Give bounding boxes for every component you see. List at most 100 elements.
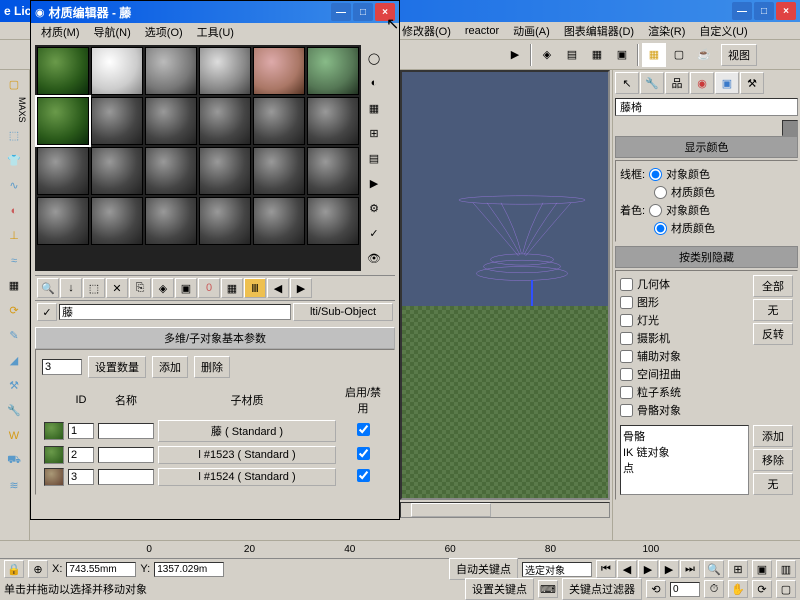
- me-minimize-button[interactable]: —: [331, 3, 351, 21]
- menu-graph-editors[interactable]: 图表编辑器(D): [558, 21, 640, 41]
- me-menu-navigation[interactable]: 导航(N): [88, 22, 137, 42]
- auto-key-button[interactable]: 自动关键点: [449, 558, 518, 580]
- swatch-1[interactable]: [91, 47, 143, 95]
- panel-tab-display-icon[interactable]: ▣: [715, 72, 739, 94]
- goto-start-icon[interactable]: ⏮: [596, 560, 616, 578]
- swatch-2[interactable]: [145, 47, 197, 95]
- me-menu-options[interactable]: 选项(O): [139, 22, 189, 42]
- btn-none2[interactable]: 无: [753, 473, 793, 495]
- me-show-map-icon[interactable]: ▦: [221, 278, 243, 298]
- goto-end-icon[interactable]: ⏭: [680, 560, 700, 578]
- check-particles[interactable]: [620, 386, 633, 399]
- btn-hide-invert[interactable]: 反转: [753, 323, 793, 345]
- viewport-hscrollbar[interactable]: [400, 502, 610, 518]
- swatch-10[interactable]: [253, 97, 305, 145]
- me-options-icon[interactable]: ⚙: [362, 196, 386, 220]
- swatch-3[interactable]: [199, 47, 251, 95]
- color-swatch[interactable]: [782, 120, 798, 136]
- object-name-input[interactable]: [615, 98, 798, 116]
- panel-tab-motion-icon[interactable]: ◉: [690, 72, 714, 94]
- sub-swatch-2[interactable]: [44, 446, 64, 464]
- radio-wf-object[interactable]: [649, 168, 662, 181]
- nav-pan-icon[interactable]: ✋: [728, 580, 748, 598]
- sub-mat-btn-3[interactable]: l #1524 ( Standard ): [158, 468, 336, 486]
- swatch-20[interactable]: [145, 197, 197, 245]
- panel-tab-modify-icon[interactable]: 🔧: [640, 72, 664, 94]
- left-spring-icon[interactable]: ⟳: [2, 299, 26, 323]
- toolbar-monitor-icon[interactable]: ▢: [667, 43, 691, 67]
- nav-region-icon[interactable]: ▣: [752, 560, 772, 578]
- swatch-4[interactable]: [253, 47, 305, 95]
- scrollbar-thumb[interactable]: [411, 503, 491, 517]
- coord-y-input[interactable]: [154, 562, 224, 577]
- me-select-by-icon[interactable]: ✓: [362, 221, 386, 245]
- swatch-16[interactable]: [253, 147, 305, 195]
- swatch-6-selected[interactable]: [37, 97, 89, 145]
- me-put-to-scene-icon[interactable]: ↓: [60, 278, 82, 298]
- swatch-23[interactable]: [307, 197, 359, 245]
- left-shirt-icon[interactable]: 👕: [2, 149, 26, 173]
- left-paint-icon[interactable]: W: [2, 424, 26, 448]
- check-cameras[interactable]: [620, 332, 633, 345]
- sub-name-3[interactable]: [98, 469, 154, 485]
- left-wrench-icon[interactable]: 🔧: [2, 399, 26, 423]
- toolbar-arrow-icon[interactable]: ▶: [503, 43, 527, 67]
- menu-modifier[interactable]: 修改器(O): [396, 21, 457, 41]
- rollout-multi-sub-header[interactable]: 多维/子对象基本参数: [35, 327, 395, 349]
- me-map-nav-icon[interactable]: 👁: [362, 246, 386, 270]
- btn-sub-add[interactable]: 添加: [152, 356, 188, 378]
- swatch-15[interactable]: [199, 147, 251, 195]
- key-filter-button[interactable]: 关键点过滤器: [562, 578, 642, 600]
- btn-hide-all[interactable]: 全部: [753, 275, 793, 297]
- btn-sub-delete[interactable]: 删除: [194, 356, 230, 378]
- swatch-5[interactable]: [307, 47, 359, 95]
- prev-frame-icon[interactable]: ◀: [617, 560, 637, 578]
- me-assign-icon[interactable]: ⬚: [83, 278, 105, 298]
- main-close-button[interactable]: ×: [776, 2, 796, 20]
- me-preview-icon[interactable]: ▶: [362, 171, 386, 195]
- main-maximize-button[interactable]: □: [754, 2, 774, 20]
- nav-zoom-all-icon[interactable]: ⊞: [728, 560, 748, 578]
- sub-swatch-3[interactable]: [44, 468, 64, 486]
- me-uv-tile-icon[interactable]: ⊞: [362, 121, 386, 145]
- left-wind-icon[interactable]: ≋: [2, 474, 26, 498]
- sub-mat-btn-2[interactable]: l #1523 ( Standard ): [158, 446, 336, 464]
- me-get-material-icon[interactable]: 🔍: [37, 278, 59, 298]
- sub-swatch-1[interactable]: [44, 422, 64, 440]
- toolbar-teapot-icon[interactable]: ☕: [692, 43, 716, 67]
- swatch-22[interactable]: [253, 197, 305, 245]
- selected-filter[interactable]: [522, 562, 592, 577]
- timeline-ruler[interactable]: 0 20 40 60 80 100: [0, 541, 800, 559]
- swatch-8[interactable]: [145, 97, 197, 145]
- sub-count-input[interactable]: [42, 359, 82, 375]
- viewport-perspective[interactable]: [400, 70, 610, 500]
- swatch-9[interactable]: [199, 97, 251, 145]
- sub-id-1[interactable]: [68, 423, 94, 439]
- swatch-7[interactable]: [91, 97, 143, 145]
- panel-tab-create-icon[interactable]: ↖: [615, 72, 639, 94]
- me-backlight-icon[interactable]: ◐: [362, 71, 386, 95]
- radio-sh-object[interactable]: [649, 204, 662, 217]
- me-menu-material[interactable]: 材质(M): [35, 22, 86, 42]
- left-car-icon[interactable]: ⛟: [2, 449, 26, 473]
- radio-wf-material[interactable]: [654, 186, 667, 199]
- toolbar-layers-icon[interactable]: ▤: [560, 43, 584, 67]
- play-icon[interactable]: ▶: [638, 560, 658, 578]
- key-mode-icon[interactable]: ⌨: [538, 580, 558, 598]
- btn-set-count[interactable]: 设置数量: [88, 356, 146, 378]
- menu-animation[interactable]: 动画(A): [507, 21, 556, 41]
- left-spoon-icon[interactable]: ◢: [2, 349, 26, 373]
- nav-fov-icon[interactable]: ▥: [776, 560, 796, 578]
- time-config-icon[interactable]: ⏱: [704, 580, 724, 598]
- sub-enable-2[interactable]: [357, 447, 370, 460]
- viewport-label-button[interactable]: 视图: [721, 44, 757, 66]
- btn-hide-none[interactable]: 无: [753, 299, 793, 321]
- panel-tab-hierarchy-icon[interactable]: 品: [665, 72, 689, 94]
- pick-material-dropdown[interactable]: ✓: [37, 303, 57, 321]
- me-sample-type-icon[interactable]: ◯: [362, 46, 386, 70]
- me-background-icon[interactable]: ▦: [362, 96, 386, 120]
- sub-name-2[interactable]: [98, 447, 154, 463]
- me-copy-icon[interactable]: ⎘: [129, 278, 151, 298]
- me-put-library-icon[interactable]: ▣: [175, 278, 197, 298]
- nav-max-icon[interactable]: ▢: [776, 580, 796, 598]
